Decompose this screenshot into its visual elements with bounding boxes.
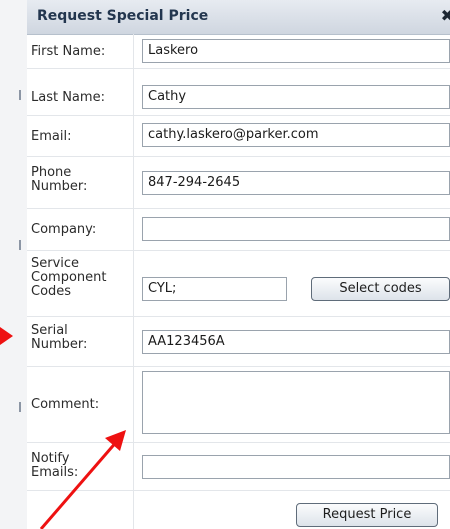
form-row-notify-emails: Notify Emails: bbox=[27, 442, 450, 491]
service-codes-input[interactable]: CYL; bbox=[142, 277, 287, 301]
label-cell: Email: bbox=[27, 115, 134, 156]
label-cell: Company: bbox=[27, 208, 134, 250]
service-codes-label-line1: Service bbox=[31, 256, 80, 271]
phone-label-line2: Number: bbox=[31, 179, 88, 194]
request-special-price-dialog: Request Special Price ✖ First Name: Lask… bbox=[27, 0, 450, 529]
form-row-email: Email: cathy.laskero@parker.com bbox=[27, 115, 450, 157]
first-name-label: First Name: bbox=[31, 44, 106, 59]
label-cell: Last Name: bbox=[27, 68, 134, 115]
select-codes-button[interactable]: Select codes bbox=[311, 277, 450, 301]
phone-label-line1: Phone bbox=[31, 165, 72, 180]
label-cell: First Name: bbox=[27, 34, 134, 68]
label-cell: Phone Number: bbox=[27, 156, 134, 208]
background-tick bbox=[19, 402, 21, 412]
label-cell: Comment: bbox=[27, 366, 134, 442]
first-name-input[interactable]: Laskero bbox=[142, 39, 450, 63]
label-cell: Service Component Codes bbox=[27, 250, 134, 316]
request-price-button[interactable]: Request Price bbox=[296, 503, 438, 527]
form-row-first-name: First Name: Laskero bbox=[27, 34, 450, 69]
serial-number-input[interactable]: AA123456A bbox=[142, 330, 450, 354]
email-input[interactable]: cathy.laskero@parker.com bbox=[142, 123, 450, 147]
comment-label: Comment: bbox=[31, 397, 100, 412]
background-page-strip bbox=[0, 0, 28, 529]
notify-label-line1: Notify bbox=[31, 451, 70, 466]
form-row-service-component-codes: Service Component Codes CYL; Select code… bbox=[27, 250, 450, 317]
last-name-input[interactable]: Cathy bbox=[142, 85, 450, 109]
form-row-submit: Request Price bbox=[27, 490, 450, 529]
label-cell: Notify Emails: bbox=[27, 442, 134, 490]
phone-input[interactable]: 847-294-2645 bbox=[142, 171, 450, 195]
background-tick bbox=[19, 240, 21, 250]
form-row-company: Company: bbox=[27, 208, 450, 251]
comment-textarea[interactable] bbox=[142, 371, 450, 434]
dialog-title: Request Special Price bbox=[37, 8, 209, 24]
form-row-comment: Comment: bbox=[27, 366, 450, 443]
notify-emails-input[interactable] bbox=[142, 455, 450, 479]
company-label: Company: bbox=[31, 222, 97, 237]
background-tick bbox=[19, 90, 21, 100]
serial-label-line1: Serial bbox=[31, 323, 68, 338]
service-codes-label-line2: Component bbox=[31, 270, 107, 285]
form-row-last-name: Last Name: Cathy bbox=[27, 68, 450, 116]
email-label: Email: bbox=[31, 129, 72, 144]
label-cell bbox=[27, 490, 134, 529]
last-name-label: Last Name: bbox=[31, 90, 105, 105]
form-row-serial-number: Serial Number: AA123456A bbox=[27, 316, 450, 367]
service-codes-label-line3: Codes bbox=[31, 284, 72, 299]
serial-label-line2: Number: bbox=[31, 337, 88, 352]
close-icon[interactable]: ✖ bbox=[441, 6, 450, 25]
label-cell: Serial Number: bbox=[27, 316, 134, 366]
company-input[interactable] bbox=[142, 217, 450, 241]
form-row-phone: Phone Number: 847-294-2645 bbox=[27, 156, 450, 209]
dialog-titlebar: Request Special Price ✖ bbox=[27, 0, 450, 35]
notify-label-line2: Emails: bbox=[31, 465, 79, 480]
